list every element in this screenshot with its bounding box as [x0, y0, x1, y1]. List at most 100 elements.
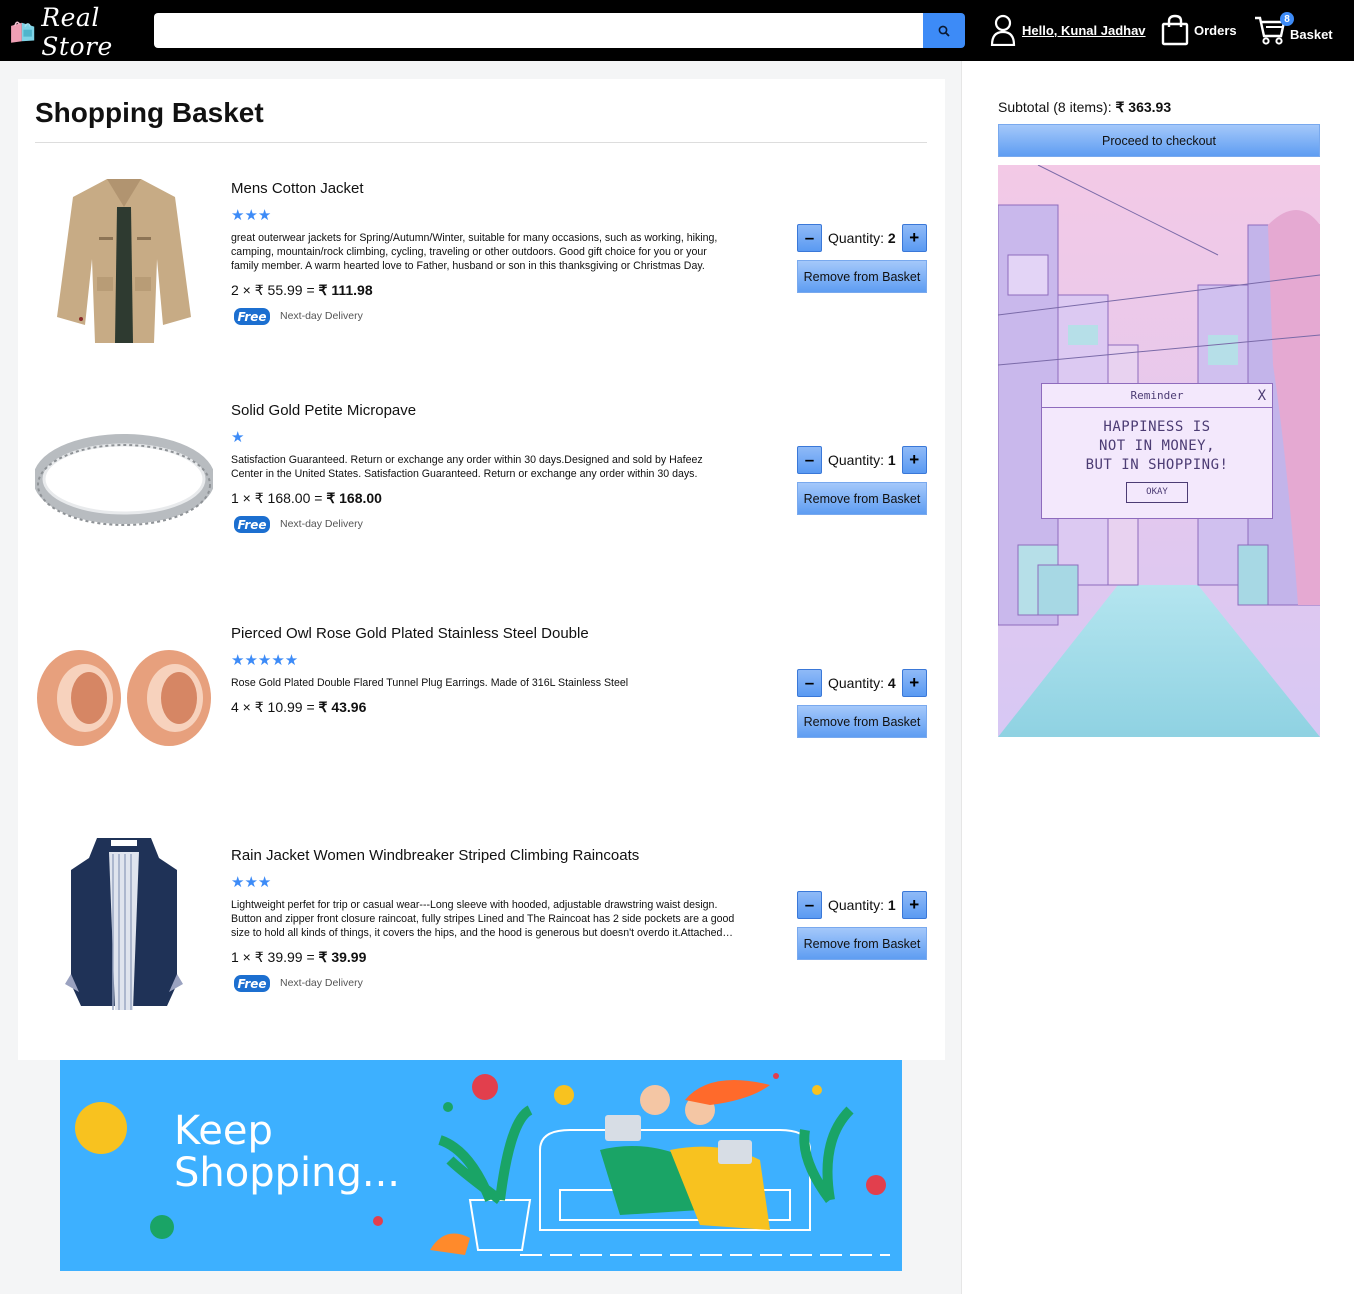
quantity-label-text: Quantity: [828, 897, 888, 913]
subtotal-label: Subtotal (8 items): [998, 99, 1116, 115]
item-description: great outerwear jackets for Spring/Autum… [231, 232, 718, 272]
quantity-label: Quantity: 1 [828, 897, 896, 913]
star-rating: ★★★ [231, 874, 272, 891]
item-name[interactable]: Rain Jacket Women Windbreaker Striped Cl… [231, 847, 736, 864]
increase-quantity-button[interactable]: + [901, 446, 927, 474]
svg-text:Free: Free [237, 518, 266, 532]
remove-from-basket-button[interactable]: Remove from Basket [797, 927, 927, 960]
orders-label: Orders [1194, 22, 1237, 38]
banner-text: Keep Shopping... [174, 1110, 400, 1194]
decrease-quantity-button[interactable]: – [797, 891, 822, 919]
user-greeting[interactable]: Hello, Kunal Jadhav [1022, 23, 1146, 38]
quantity-label: Quantity: 4 [828, 675, 896, 691]
item-name[interactable]: Pierced Owl Rose Gold Plated Stainless S… [231, 625, 736, 642]
item-price: 4 × ₹ 10.99 = ₹ 43.96 [231, 699, 736, 716]
star-rating: ★★★★★ [231, 652, 299, 669]
item-name[interactable]: Mens Cotton Jacket [231, 180, 736, 197]
reminder-close-button[interactable]: X [1258, 384, 1266, 408]
item-name[interactable]: Solid Gold Petite Micropave [231, 402, 736, 419]
basket-panel: Shopping Basket Mens Cotton Jacket ★★★ g… [18, 79, 945, 1060]
product-image-gold-ring[interactable] [35, 389, 213, 567]
item-description: Lightweight perfet for trip or casual we… [231, 899, 735, 939]
free-delivery-icon: Free [234, 975, 270, 992]
item-price: 1 × ₹ 168.00 = ₹ 168.00 [231, 490, 736, 507]
delivery-text: Next-day Delivery [280, 518, 363, 530]
orders-link[interactable]: Orders [1160, 14, 1237, 46]
search-button[interactable] [923, 13, 965, 48]
price-expression: 4 × ₹ 10.99 = [231, 699, 319, 715]
svg-text:Free: Free [237, 977, 266, 991]
delivery-info: Free Next-day Delivery [231, 972, 736, 994]
keep-shopping-banner[interactable]: Keep Shopping... [60, 1060, 902, 1271]
item-price: 2 × ₹ 55.99 = ₹ 111.98 [231, 282, 736, 299]
subtotal: Subtotal (8 items): ₹ 363.93 [998, 99, 1171, 116]
increase-quantity-button[interactable]: + [901, 891, 927, 919]
product-image-rain-jacket[interactable] [35, 834, 213, 1012]
basket-icon-wrap: 8 [1254, 12, 1294, 46]
price-expression: 2 × ₹ 55.99 = [231, 282, 319, 298]
reminder-message: HAPPINESS IS NOT IN MONEY, BUT IN SHOPPI… [1042, 418, 1272, 475]
item-details: Pierced Owl Rose Gold Plated Stainless S… [231, 625, 736, 716]
quantity-label-text: Quantity: [828, 675, 888, 691]
price-total: ₹ 111.98 [318, 282, 373, 298]
page-title: Shopping Basket [35, 97, 264, 128]
item-details: Solid Gold Petite Micropave ★ Satisfacti… [231, 402, 736, 535]
remove-from-basket-button[interactable]: Remove from Basket [797, 705, 927, 738]
reminder-okay-button[interactable]: OKAY [1126, 482, 1188, 503]
free-delivery-icon: Free [234, 308, 270, 325]
quantity-stepper: – Quantity: 4 + [797, 669, 927, 697]
store-logo[interactable]: Real Store [8, 3, 148, 61]
delivery-text: Next-day Delivery [280, 310, 363, 322]
free-delivery-icon: Free [234, 516, 270, 533]
subtotal-value: ₹ 363.93 [1115, 99, 1172, 115]
item-description: Rose Gold Plated Double Flared Tunnel Pl… [231, 677, 629, 689]
remove-from-basket-button[interactable]: Remove from Basket [797, 260, 927, 293]
quantity-value: 1 [887, 897, 896, 913]
quantity-label-text: Quantity: [828, 452, 888, 468]
search-input[interactable] [154, 13, 923, 48]
promo-ad[interactable]: Reminder X HAPPINESS IS NOT IN MONEY, BU… [998, 165, 1320, 737]
delivery-info: Free Next-day Delivery [231, 513, 736, 535]
quantity-stepper: – Quantity: 1 + [797, 446, 927, 474]
quantity-value: 4 [887, 675, 896, 691]
svg-text:Free: Free [237, 310, 266, 324]
product-image-rose-gold-plugs[interactable] [35, 612, 213, 790]
decrease-quantity-button[interactable]: – [797, 446, 822, 474]
quantity-value: 1 [887, 452, 896, 468]
reminder-title: Reminder [1130, 389, 1184, 402]
checkout-sidebar: Subtotal (8 items): ₹ 363.93 Proceed to … [961, 61, 1354, 1294]
price-total: ₹ 39.99 [318, 949, 367, 965]
price-expression: 1 × ₹ 168.00 = [231, 490, 327, 506]
quantity-label-text: Quantity: [828, 230, 888, 246]
top-nav-bar: Real Store Hello, Kunal Jadhav Orders 8 … [0, 0, 1354, 61]
star-rating: ★ [231, 429, 245, 446]
quantity-label: Quantity: 1 [828, 452, 896, 468]
basket-link[interactable]: 8 Basket [1254, 12, 1333, 46]
remove-from-basket-button[interactable]: Remove from Basket [797, 482, 927, 515]
account-link[interactable]: Hello, Kunal Jadhav [990, 14, 1146, 46]
quantity-value: 2 [887, 230, 896, 246]
store-logo-icon [11, 21, 35, 43]
item-description: Satisfaction Guaranteed. Return or excha… [231, 454, 703, 480]
search-icon [938, 25, 950, 37]
shopping-bag-icon [1161, 14, 1189, 46]
delivery-text: Next-day Delivery [280, 977, 363, 989]
proceed-to-checkout-button[interactable]: Proceed to checkout [998, 124, 1320, 157]
reminder-line-3: BUT IN SHOPPING! [1085, 457, 1229, 473]
store-logo-text: Real Store [41, 3, 113, 61]
delivery-info: Free Next-day Delivery [231, 305, 736, 327]
increase-quantity-button[interactable]: + [901, 669, 927, 697]
item-price: 1 × ₹ 39.99 = ₹ 39.99 [231, 949, 736, 966]
price-expression: 1 × ₹ 39.99 = [231, 949, 319, 965]
quantity-label: Quantity: 2 [828, 230, 896, 246]
title-divider [35, 142, 927, 143]
reminder-line-1: HAPPINESS IS [1103, 419, 1211, 435]
product-image-mens-jacket[interactable] [35, 167, 213, 345]
basket-label: Basket [1290, 26, 1333, 42]
increase-quantity-button[interactable]: + [901, 224, 927, 252]
decrease-quantity-button[interactable]: – [797, 669, 822, 697]
decrease-quantity-button[interactable]: – [797, 224, 822, 252]
quantity-stepper: – Quantity: 2 + [797, 224, 927, 252]
reminder-dialog: Reminder X HAPPINESS IS NOT IN MONEY, BU… [1041, 383, 1273, 519]
price-total: ₹ 168.00 [326, 490, 382, 506]
